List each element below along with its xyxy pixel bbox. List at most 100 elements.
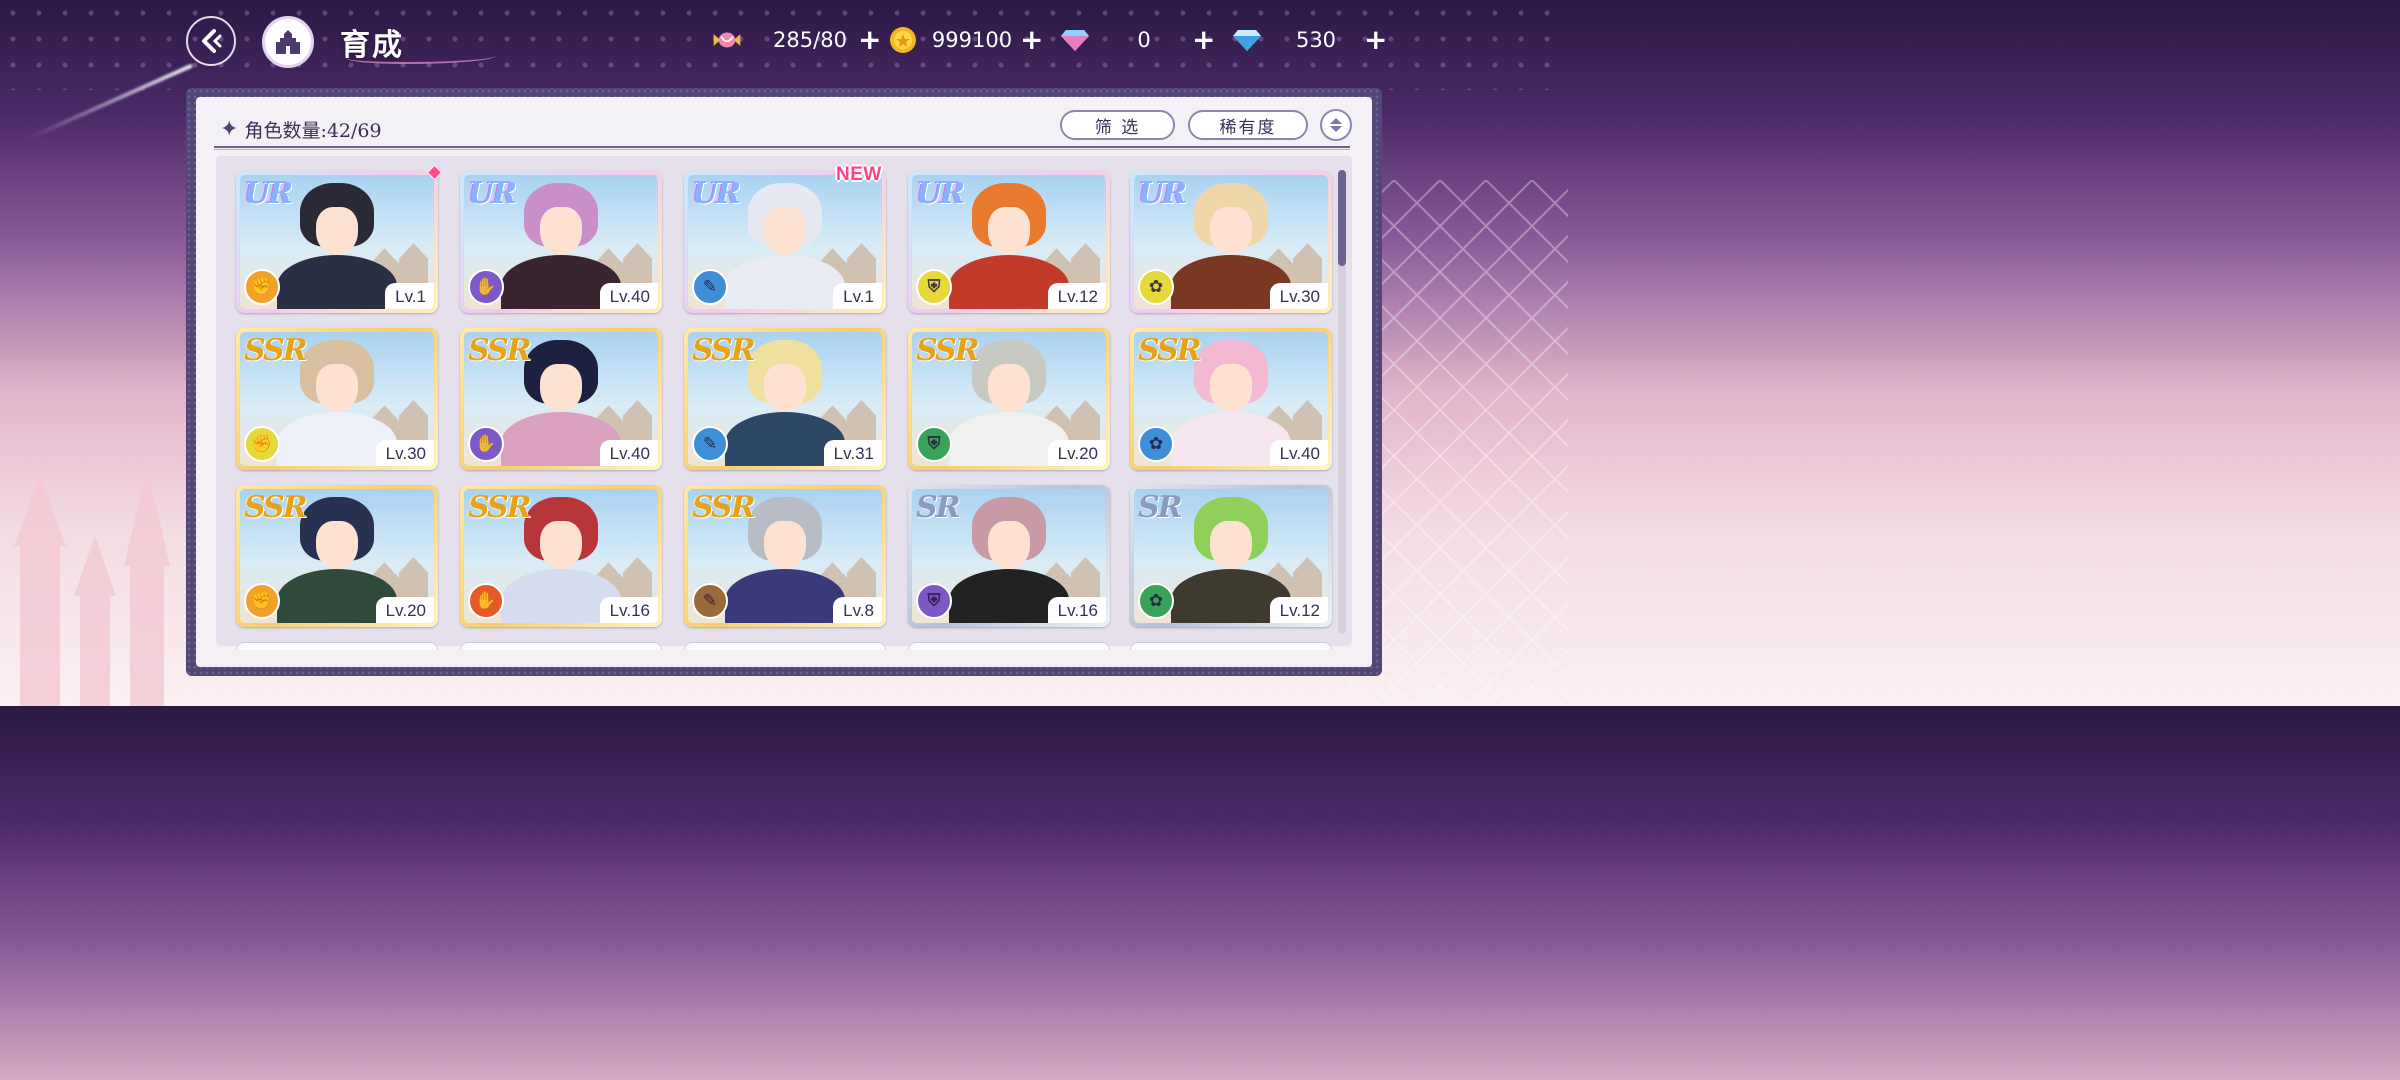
character-portrait: UR ✊ Lv.1 <box>240 175 434 309</box>
character-card[interactable]: SSR ⛨ Lv.20 <box>908 328 1110 470</box>
character-portrait: SR ✿ Lv.12 <box>1134 489 1328 623</box>
level-label: Lv.1 <box>833 283 882 309</box>
level-label: Lv.12 <box>1269 597 1328 623</box>
character-portrait: SSR ✎ Lv.8 <box>688 489 882 623</box>
character-card[interactable]: UR ✊ Lv.1 <box>236 171 438 313</box>
attribute-icon: ✿ <box>1138 269 1174 305</box>
character-portrait: SSR ✊ Lv.30 <box>240 332 434 466</box>
rarity-label: SR <box>1138 490 1183 525</box>
character-card[interactable]: SR ⛨ Lv.16 <box>908 485 1110 627</box>
character-portrait: SSR ✋ Lv.16 <box>464 489 658 623</box>
attribute-icon: ⛨ <box>916 583 952 619</box>
attribute-icon: ✊ <box>244 269 280 305</box>
level-label: Lv.12 <box>1047 283 1106 309</box>
sort-order-toggle[interactable] <box>1320 109 1352 141</box>
rarity-label: UR <box>916 176 965 211</box>
pink-gem-value: 0 <box>1137 28 1151 52</box>
character-portrait: UR ✿ Lv.30 <box>1134 175 1328 309</box>
character-portrait: SSR ✋ Lv.40 <box>464 332 658 466</box>
level-label: Lv.16 <box>599 597 658 623</box>
partial-card-row[interactable] <box>1130 642 1332 650</box>
character-portrait: UR ✋ Lv.40 <box>464 175 658 309</box>
filter-button[interactable]: 筛 选 <box>1060 110 1175 140</box>
level-label: Lv.1 <box>385 283 434 309</box>
character-card[interactable]: SSR ✎ Lv.8 <box>684 485 886 627</box>
attribute-icon: ⛨ <box>916 269 952 305</box>
level-label: Lv.20 <box>375 597 434 623</box>
character-count-label: 角色数量:42/69 <box>244 120 382 142</box>
add-gold-button[interactable]: + <box>1020 26 1043 54</box>
attribute-icon: ✊ <box>244 583 280 619</box>
attribute-icon: ✎ <box>692 269 728 305</box>
character-card[interactable]: SR ✿ Lv.12 <box>1130 485 1332 627</box>
castle-silhouette-decoration <box>14 466 170 706</box>
character-portrait: SSR ⛨ Lv.20 <box>912 332 1106 466</box>
attribute-icon: ✿ <box>1138 426 1174 462</box>
home-button[interactable] <box>262 16 314 68</box>
rarity-label: SSR <box>692 490 756 525</box>
character-card[interactable]: SSR ✋ Lv.40 <box>460 328 662 470</box>
rarity-label: SR <box>916 490 961 525</box>
attribute-icon: ✿ <box>1138 583 1174 619</box>
blue-diamond-icon <box>1232 26 1262 54</box>
level-label: Lv.30 <box>1269 283 1328 309</box>
add-pink-gem-button[interactable]: + <box>1192 26 1215 54</box>
rarity-label: SSR <box>244 333 308 368</box>
level-label: Lv.20 <box>1047 440 1106 466</box>
attribute-icon: ✋ <box>468 269 504 305</box>
character-card[interactable]: UR ✋ Lv.40 <box>460 171 662 313</box>
header-divider <box>214 146 1350 150</box>
diamond-value: 530 <box>1295 28 1337 52</box>
rarity-label: UR <box>244 176 293 211</box>
level-label: Lv.40 <box>599 440 658 466</box>
character-card[interactable]: UR ⛨ Lv.12 <box>908 171 1110 313</box>
level-label: Lv.30 <box>375 440 434 466</box>
rarity-label: SSR <box>244 490 308 525</box>
partial-card-row[interactable] <box>460 642 662 650</box>
new-badge: NEW <box>836 164 882 185</box>
character-portrait: SR ⛨ Lv.16 <box>912 489 1106 623</box>
attribute-icon: ⛨ <box>916 426 952 462</box>
candy-icon <box>712 26 742 54</box>
resource-gold: 999100 + <box>886 24 1056 56</box>
level-label: Lv.8 <box>833 597 882 623</box>
character-card[interactable]: SSR ✊ Lv.20 <box>236 485 438 627</box>
character-card[interactable]: SSR ✿ Lv.40 <box>1130 328 1332 470</box>
rarity-label: SSR <box>916 333 980 368</box>
gold-coin-icon <box>888 26 918 54</box>
character-portrait: SSR ✊ Lv.20 <box>240 489 434 623</box>
add-diamond-button[interactable]: + <box>1364 26 1387 54</box>
character-portrait: UR ⛨ Lv.12 <box>912 175 1106 309</box>
grid-scrollbar-thumb[interactable] <box>1338 170 1346 266</box>
character-card[interactable]: UR ✿ Lv.30 <box>1130 171 1332 313</box>
level-label: Lv.40 <box>1269 440 1328 466</box>
character-card[interactable]: SSR ✋ Lv.16 <box>460 485 662 627</box>
resource-stamina: 285/80 + <box>710 24 881 56</box>
character-card[interactable]: UR ✎ Lv.1 <box>684 171 886 313</box>
gold-value: 999100 <box>931 28 1013 52</box>
back-arrow-icon <box>202 29 222 53</box>
pink-gem-icon <box>1060 26 1090 54</box>
sparkle-icon: ✦ <box>220 117 239 142</box>
back-button[interactable] <box>186 16 236 66</box>
partial-card-row[interactable] <box>908 642 1110 650</box>
attribute-icon: ✋ <box>468 426 504 462</box>
level-label: Lv.16 <box>1047 597 1106 623</box>
castle-home-icon <box>276 30 300 54</box>
character-card[interactable]: SSR ✎ Lv.31 <box>684 328 886 470</box>
sort-descending-icon <box>1330 126 1342 132</box>
add-stamina-button[interactable]: + <box>858 26 881 54</box>
rarity-sort-button[interactable]: 稀有度 <box>1188 110 1308 140</box>
level-label: Lv.40 <box>599 283 658 309</box>
character-count: ✦ 角色数量:42/69 <box>220 116 382 143</box>
stamina-value: 285/80 <box>773 28 847 52</box>
character-card[interactable]: SSR ✊ Lv.30 <box>236 328 438 470</box>
rarity-label: UR <box>692 176 741 211</box>
partial-card-row[interactable] <box>684 642 886 650</box>
character-portrait: SSR ✎ Lv.31 <box>688 332 882 466</box>
level-label: Lv.31 <box>823 440 882 466</box>
partial-card-row[interactable] <box>236 642 438 650</box>
character-portrait: SSR ✿ Lv.40 <box>1134 332 1328 466</box>
character-portrait: UR ✎ Lv.1 <box>688 175 882 309</box>
rarity-label: SSR <box>468 333 532 368</box>
